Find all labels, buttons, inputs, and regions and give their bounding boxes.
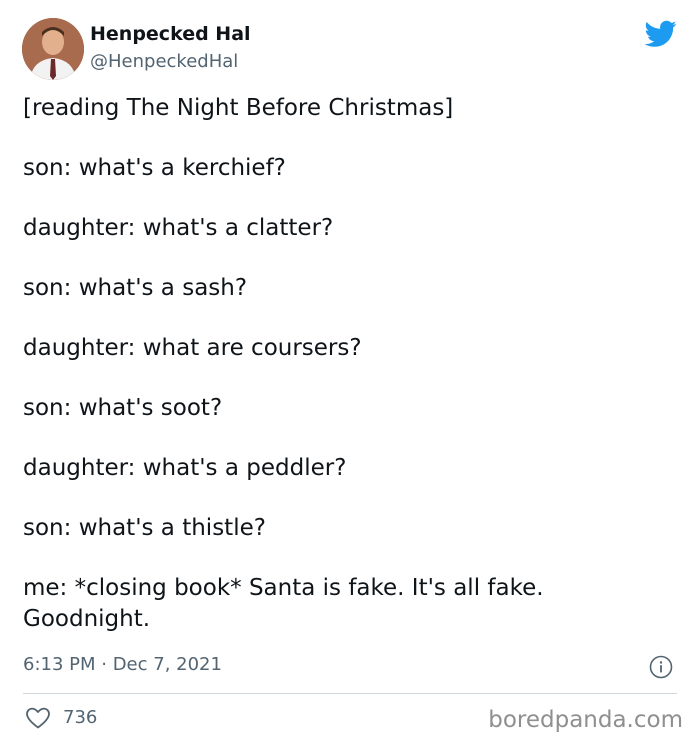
tweet-line: me: *closing book* Santa is fake. It's a… bbox=[23, 575, 544, 632]
avatar[interactable] bbox=[22, 18, 84, 80]
tweet-line: daughter: what's a peddler? bbox=[23, 455, 347, 481]
tweet-line: daughter: what are coursers? bbox=[23, 335, 362, 361]
tweet-line: son: what's soot? bbox=[23, 395, 223, 421]
info-icon[interactable] bbox=[649, 655, 673, 679]
like-count[interactable]: 736 bbox=[63, 707, 97, 728]
tweet-line: son: what's a sash? bbox=[23, 275, 248, 301]
tweet-line: [reading The Night Before Christmas] bbox=[23, 95, 454, 121]
tweet-line: son: what's a kerchief? bbox=[23, 155, 286, 181]
heart-icon[interactable] bbox=[25, 706, 51, 730]
tweet-text: [reading The Night Before Christmas] son… bbox=[23, 93, 683, 635]
avatar-image bbox=[22, 18, 84, 80]
tweet-timestamp[interactable]: 6:13 PM · Dec 7, 2021 bbox=[23, 654, 222, 675]
author-display-name[interactable]: Henpecked Hal bbox=[90, 23, 251, 45]
tweet-line: son: what's a thistle? bbox=[23, 515, 266, 541]
watermark: boredpanda.com bbox=[488, 707, 683, 733]
twitter-bird-icon[interactable] bbox=[645, 20, 677, 48]
tweet-line: daughter: what's a clatter? bbox=[23, 215, 334, 241]
tweet-card: Henpecked Hal @HenpeckedHal [reading The… bbox=[0, 0, 700, 746]
author-handle[interactable]: @HenpeckedHal bbox=[90, 51, 238, 72]
divider bbox=[23, 693, 677, 694]
